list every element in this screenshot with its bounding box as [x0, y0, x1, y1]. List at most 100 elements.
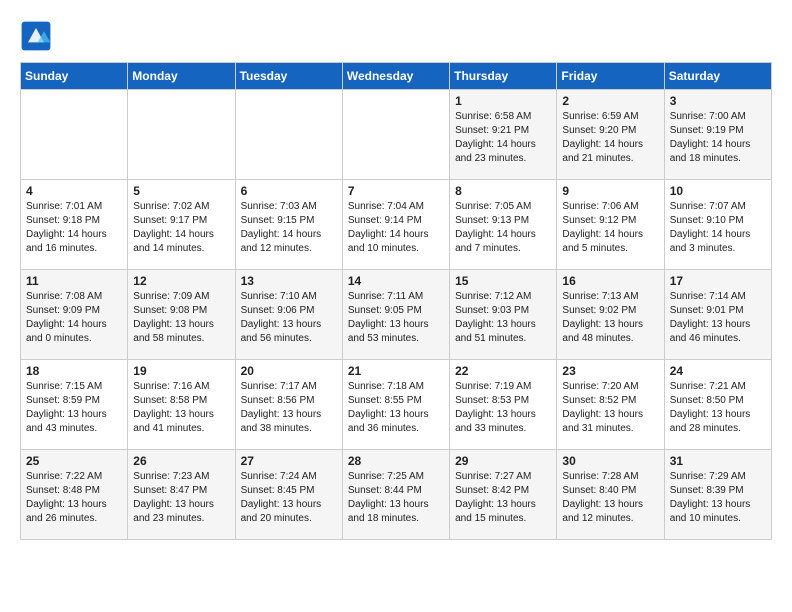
day-number: 31 [670, 454, 766, 468]
day-number: 14 [348, 274, 444, 288]
header-monday: Monday [128, 63, 235, 90]
day-info: Sunrise: 7:17 AM Sunset: 8:56 PM Dayligh… [241, 380, 337, 436]
day-info: Sunrise: 7:09 AM Sunset: 9:08 PM Dayligh… [133, 290, 229, 346]
calendar-cell: 26 Sunrise: 7:23 AM Sunset: 8:47 PM Dayli… [128, 450, 235, 540]
calendar-cell: 17 Sunrise: 7:14 AM Sunset: 9:01 PM Dayli… [664, 270, 771, 360]
day-number: 29 [455, 454, 551, 468]
calendar-cell: 12 Sunrise: 7:09 AM Sunset: 9:08 PM Dayli… [128, 270, 235, 360]
day-number: 27 [241, 454, 337, 468]
day-info: Sunrise: 7:04 AM Sunset: 9:14 PM Dayligh… [348, 200, 444, 256]
calendar-cell: 24 Sunrise: 7:21 AM Sunset: 8:50 PM Dayli… [664, 360, 771, 450]
day-number: 15 [455, 274, 551, 288]
day-number: 12 [133, 274, 229, 288]
day-info: Sunrise: 7:03 AM Sunset: 9:15 PM Dayligh… [241, 200, 337, 256]
calendar-cell: 20Sunrise: 7:17 AM Sunset: 8:56 PM Dayli… [235, 360, 342, 450]
calendar-week-row: 1Sunrise: 6:58 AM Sunset: 9:21 PM Daylig… [21, 90, 772, 180]
calendar-table: SundayMondayTuesdayWednesdayThursdayFrid… [20, 62, 772, 540]
day-info: Sunrise: 7:07 AM Sunset: 9:10 PM Dayligh… [670, 200, 766, 256]
day-number: 28 [348, 454, 444, 468]
day-info: Sunrise: 7:21 AM Sunset: 8:50 PM Dayligh… [670, 380, 766, 436]
day-number: 13 [241, 274, 337, 288]
calendar-cell: 9 Sunrise: 7:06 AM Sunset: 9:12 PM Daylig… [557, 180, 664, 270]
day-number: 4 [26, 184, 122, 198]
day-info: Sunrise: 7:24 AM Sunset: 8:45 PM Dayligh… [241, 470, 337, 526]
calendar-week-row: 11 Sunrise: 7:08 AM Sunset: 9:09 PM Dayli… [21, 270, 772, 360]
day-info: Sunrise: 7:27 AM Sunset: 8:42 PM Dayligh… [455, 470, 551, 526]
logo [20, 20, 56, 52]
day-info: Sunrise: 7:01 AM Sunset: 9:18 PM Dayligh… [26, 200, 122, 256]
day-info: Sunrise: 7:08 AM Sunset: 9:09 PM Dayligh… [26, 290, 122, 346]
day-number: 18 [26, 364, 122, 378]
calendar-cell: 15 Sunrise: 7:12 AM Sunset: 9:03 PM Dayli… [450, 270, 557, 360]
calendar-cell: 23 Sunrise: 7:20 AM Sunset: 8:52 PM Dayli… [557, 360, 664, 450]
day-info: Sunrise: 7:10 AM Sunset: 9:06 PM Dayligh… [241, 290, 337, 346]
day-info: Sunrise: 7:16 AM Sunset: 8:58 PM Dayligh… [133, 380, 229, 436]
day-number: 23 [562, 364, 658, 378]
calendar-cell [235, 90, 342, 180]
day-info: Sunrise: 7:02 AM Sunset: 9:17 PM Dayligh… [133, 200, 229, 256]
day-number: 3 [670, 94, 766, 108]
day-number: 24 [670, 364, 766, 378]
day-number: 7 [348, 184, 444, 198]
calendar-cell: 3 Sunrise: 7:00 AM Sunset: 9:19 PM Daylig… [664, 90, 771, 180]
calendar-cell: 6 Sunrise: 7:03 AM Sunset: 9:15 PM Daylig… [235, 180, 342, 270]
day-number: 11 [26, 274, 122, 288]
page-header [20, 20, 772, 52]
day-number: 19 [133, 364, 229, 378]
calendar-cell: 14 Sunrise: 7:11 AM Sunset: 9:05 PM Dayli… [342, 270, 449, 360]
day-number: 5 [133, 184, 229, 198]
day-info: Sunrise: 7:11 AM Sunset: 9:05 PM Dayligh… [348, 290, 444, 346]
calendar-cell: 25 Sunrise: 7:22 AM Sunset: 8:48 PM Dayli… [21, 450, 128, 540]
calendar-cell: 16Sunrise: 7:13 AM Sunset: 9:02 PM Dayli… [557, 270, 664, 360]
day-number: 9 [562, 184, 658, 198]
calendar-cell: 8Sunrise: 7:05 AM Sunset: 9:13 PM Daylig… [450, 180, 557, 270]
day-number: 30 [562, 454, 658, 468]
calendar-cell [21, 90, 128, 180]
day-info: Sunrise: 7:19 AM Sunset: 8:53 PM Dayligh… [455, 380, 551, 436]
calendar-cell: 19 Sunrise: 7:16 AM Sunset: 8:58 PM Dayli… [128, 360, 235, 450]
calendar-cell: 10Sunrise: 7:07 AM Sunset: 9:10 PM Dayli… [664, 180, 771, 270]
day-info: Sunrise: 7:06 AM Sunset: 9:12 PM Dayligh… [562, 200, 658, 256]
day-number: 16 [562, 274, 658, 288]
day-info: Sunrise: 7:15 AM Sunset: 8:59 PM Dayligh… [26, 380, 122, 436]
calendar-cell: 18 Sunrise: 7:15 AM Sunset: 8:59 PM Dayli… [21, 360, 128, 450]
calendar-cell: 5 Sunrise: 7:02 AM Sunset: 9:17 PM Daylig… [128, 180, 235, 270]
day-number: 2 [562, 94, 658, 108]
calendar-cell [128, 90, 235, 180]
day-info: Sunrise: 7:00 AM Sunset: 9:19 PM Dayligh… [670, 110, 766, 166]
day-number: 6 [241, 184, 337, 198]
day-info: Sunrise: 7:14 AM Sunset: 9:01 PM Dayligh… [670, 290, 766, 346]
day-number: 25 [26, 454, 122, 468]
day-number: 1 [455, 94, 551, 108]
calendar-cell: 1Sunrise: 6:58 AM Sunset: 9:21 PM Daylig… [450, 90, 557, 180]
header-saturday: Saturday [664, 63, 771, 90]
calendar-cell: 28 Sunrise: 7:25 AM Sunset: 8:44 PM Dayli… [342, 450, 449, 540]
header-wednesday: Wednesday [342, 63, 449, 90]
calendar-cell: 7 Sunrise: 7:04 AM Sunset: 9:14 PM Daylig… [342, 180, 449, 270]
day-info: Sunrise: 7:29 AM Sunset: 8:39 PM Dayligh… [670, 470, 766, 526]
day-info: Sunrise: 7:25 AM Sunset: 8:44 PM Dayligh… [348, 470, 444, 526]
calendar-cell: 30 Sunrise: 7:28 AM Sunset: 8:40 PM Dayli… [557, 450, 664, 540]
calendar-week-row: 25 Sunrise: 7:22 AM Sunset: 8:48 PM Dayli… [21, 450, 772, 540]
day-number: 21 [348, 364, 444, 378]
calendar-cell: 22Sunrise: 7:19 AM Sunset: 8:53 PM Dayli… [450, 360, 557, 450]
calendar-cell: 4 Sunrise: 7:01 AM Sunset: 9:18 PM Daylig… [21, 180, 128, 270]
header-friday: Friday [557, 63, 664, 90]
day-number: 17 [670, 274, 766, 288]
day-number: 8 [455, 184, 551, 198]
calendar-cell: 31 Sunrise: 7:29 AM Sunset: 8:39 PM Dayli… [664, 450, 771, 540]
header-sunday: Sunday [21, 63, 128, 90]
day-info: Sunrise: 7:23 AM Sunset: 8:47 PM Dayligh… [133, 470, 229, 526]
day-number: 26 [133, 454, 229, 468]
calendar-cell: 11 Sunrise: 7:08 AM Sunset: 9:09 PM Dayli… [21, 270, 128, 360]
day-info: Sunrise: 7:20 AM Sunset: 8:52 PM Dayligh… [562, 380, 658, 436]
day-info: Sunrise: 7:22 AM Sunset: 8:48 PM Dayligh… [26, 470, 122, 526]
header-thursday: Thursday [450, 63, 557, 90]
calendar-cell: 2Sunrise: 6:59 AM Sunset: 9:20 PM Daylig… [557, 90, 664, 180]
day-info: Sunrise: 7:12 AM Sunset: 9:03 PM Dayligh… [455, 290, 551, 346]
calendar-week-row: 18 Sunrise: 7:15 AM Sunset: 8:59 PM Dayli… [21, 360, 772, 450]
day-info: Sunrise: 7:28 AM Sunset: 8:40 PM Dayligh… [562, 470, 658, 526]
calendar-header-row: SundayMondayTuesdayWednesdayThursdayFrid… [21, 63, 772, 90]
calendar-cell [342, 90, 449, 180]
calendar-cell: 21Sunrise: 7:18 AM Sunset: 8:55 PM Dayli… [342, 360, 449, 450]
